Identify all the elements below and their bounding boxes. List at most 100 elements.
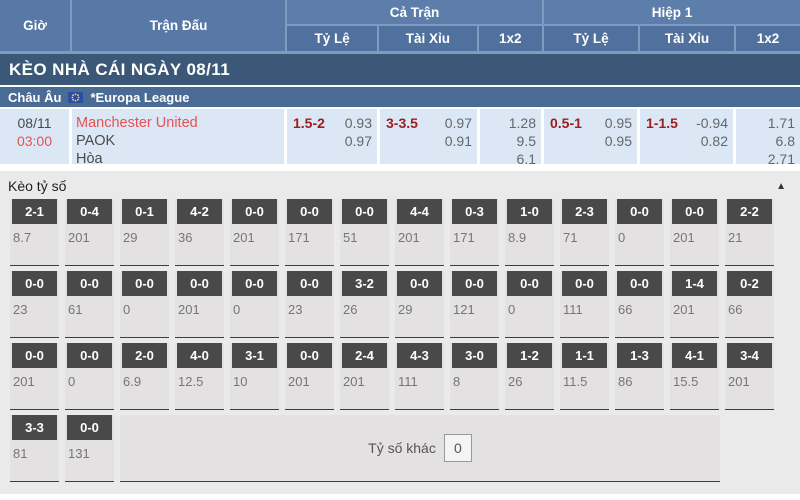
score-odds-cell[interactable]: 0-061 xyxy=(65,271,114,338)
h1-handicap-odd-1[interactable]: 0.95 xyxy=(605,114,632,132)
score-odds-cell[interactable]: 2-371 xyxy=(560,199,609,266)
score-odds-value: 201 xyxy=(13,374,59,389)
score-odds-cell[interactable]: 1-226 xyxy=(505,343,554,410)
score-section-header: Kèo tỷ số ▲ xyxy=(0,171,800,199)
score-label: 0-4 xyxy=(67,199,112,224)
score-odds-cell[interactable]: 0-00 xyxy=(65,343,114,410)
ft-under-odd[interactable]: 0.91 xyxy=(445,132,472,150)
score-odds-value: 201 xyxy=(398,230,444,245)
score-label: 4-4 xyxy=(397,199,442,224)
other-score-input[interactable]: 0 xyxy=(444,434,472,462)
league-bar[interactable]: Châu Âu *Europa League xyxy=(0,87,800,109)
score-odds-cell[interactable]: 0-066 xyxy=(615,271,664,338)
ft-1x2-cell[interactable]: 1.28 9.5 6.1 xyxy=(480,109,544,164)
h1-handicap-odd-2[interactable]: 0.95 xyxy=(605,132,632,150)
h1-1x2-home-odd[interactable]: 1.71 xyxy=(768,114,795,132)
score-odds-cell[interactable]: 3-226 xyxy=(340,271,389,338)
score-odds-value: 66 xyxy=(618,302,664,317)
ft-over-odd[interactable]: 0.97 xyxy=(445,114,472,132)
score-odds-value: 201 xyxy=(178,302,224,317)
h1-1x2-draw-odd[interactable]: 2.71 xyxy=(768,150,795,168)
score-odds-cell[interactable]: 0-0111 xyxy=(560,271,609,338)
h1-1x2-cell[interactable]: 1.71 6.8 2.71 xyxy=(736,109,800,164)
banner-title: KÈO NHÀ CÁI NGÀY 08/11 xyxy=(9,60,230,80)
h1-under-odd[interactable]: 0.82 xyxy=(701,132,728,150)
chevron-up-icon[interactable]: ▲ xyxy=(776,181,786,192)
score-label: 0-0 xyxy=(617,199,662,224)
ft-overunder-line: 3-3.5 xyxy=(386,114,418,132)
score-odds-cell[interactable]: 0-029 xyxy=(395,271,444,338)
h1-handicap-line: 0.5-1 xyxy=(550,114,582,132)
score-label: 0-0 xyxy=(397,271,442,296)
score-odds-cell[interactable]: 4-012.5 xyxy=(175,343,224,410)
score-odds-cell[interactable]: 0-129 xyxy=(120,199,169,266)
score-odds-cell[interactable]: 0-0201 xyxy=(285,343,334,410)
away-team-name[interactable]: PAOK xyxy=(76,132,284,150)
score-odds-cell[interactable]: 2-18.7 xyxy=(10,199,59,266)
score-odds-cell[interactable]: 0-00 xyxy=(230,271,279,338)
score-label: 0-3 xyxy=(452,199,497,224)
score-section-title: Kèo tỷ số xyxy=(8,178,66,194)
score-odds-cell[interactable]: 3-381 xyxy=(10,415,59,482)
score-label: 0-0 xyxy=(67,343,112,368)
score-odds-cell[interactable]: 0-4201 xyxy=(65,199,114,266)
score-odds-cell[interactable]: 0-0201 xyxy=(175,271,224,338)
score-odds-cell[interactable]: 0-00 xyxy=(615,199,664,266)
score-odds-cell[interactable]: 3-110 xyxy=(230,343,279,410)
h1-overunder-cell[interactable]: 1-1.5-0.94 0.82 xyxy=(640,109,736,164)
score-odds-cell[interactable]: 2-221 xyxy=(725,199,774,266)
score-label: 4-2 xyxy=(177,199,222,224)
h1-over-odd[interactable]: -0.94 xyxy=(696,114,728,132)
score-odds-cell[interactable]: 1-111.5 xyxy=(560,343,609,410)
ft-1x2-draw-odd[interactable]: 6.1 xyxy=(517,150,536,168)
h1-1x2-away-odd[interactable]: 6.8 xyxy=(776,132,795,150)
home-team-name[interactable]: Manchester United xyxy=(76,114,284,132)
score-odds-cell[interactable]: 0-3171 xyxy=(450,199,499,266)
ft-handicap-cell[interactable]: 1.5-20.93 0.97 xyxy=(287,109,380,164)
score-label: 0-0 xyxy=(12,343,57,368)
score-odds-cell[interactable]: 0-0201 xyxy=(10,343,59,410)
odds-table-header: Giờ Trận Đấu Cả Trận Tỷ Lệ Tài Xỉu 1x2 H… xyxy=(0,0,800,54)
score-odds-cell[interactable]: 4-3111 xyxy=(395,343,444,410)
score-odds-value: 111 xyxy=(563,302,609,317)
score-odds-cell[interactable]: 4-115.5 xyxy=(670,343,719,410)
header-time-col: Giờ xyxy=(0,0,72,51)
score-odds-value: 21 xyxy=(728,230,774,245)
score-odds-cell[interactable]: 0-0201 xyxy=(230,199,279,266)
score-odds-cell[interactable]: 1-386 xyxy=(615,343,664,410)
score-odds-cell[interactable]: 2-06.9 xyxy=(120,343,169,410)
score-odds-cell[interactable]: 2-4201 xyxy=(340,343,389,410)
ft-overunder-cell[interactable]: 3-3.5 0.97 0.91 xyxy=(380,109,480,164)
score-odds-cell[interactable]: 4-236 xyxy=(175,199,224,266)
score-odds-cell[interactable]: 0-023 xyxy=(285,271,334,338)
score-odds-value: 201 xyxy=(673,302,719,317)
score-odds-cell[interactable]: 0-0121 xyxy=(450,271,499,338)
score-odds-value: 71 xyxy=(563,230,609,245)
score-odds-cell[interactable]: 1-08.9 xyxy=(505,199,554,266)
score-odds-value: 26 xyxy=(508,374,554,389)
score-odds-cell[interactable]: 3-4201 xyxy=(725,343,774,410)
score-odds-cell[interactable]: 0-0131 xyxy=(65,415,114,482)
match-time-cell: 08/11 03:00 xyxy=(0,109,72,164)
ft-1x2-home-odd[interactable]: 1.28 xyxy=(509,114,536,132)
score-odds-cell[interactable]: 1-4201 xyxy=(670,271,719,338)
score-odds-cell[interactable]: 0-00 xyxy=(120,271,169,338)
score-odds-cell[interactable]: 3-08 xyxy=(450,343,499,410)
header-h1-handicap: Tỷ Lệ xyxy=(544,26,640,51)
score-label: 0-0 xyxy=(122,271,167,296)
ft-handicap-odd-2[interactable]: 0.97 xyxy=(345,132,372,150)
score-odds-cell[interactable]: 0-00 xyxy=(505,271,554,338)
score-odds-cell[interactable]: 4-4201 xyxy=(395,199,444,266)
score-label: 0-0 xyxy=(452,271,497,296)
score-odds-value: 201 xyxy=(68,230,114,245)
score-odds-cell[interactable]: 0-266 xyxy=(725,271,774,338)
h1-handicap-cell[interactable]: 0.5-1 0.95 0.95 xyxy=(544,109,640,164)
score-odds-value: 10 xyxy=(233,374,279,389)
ft-1x2-away-odd[interactable]: 9.5 xyxy=(517,132,536,150)
score-odds-cell[interactable]: 0-0171 xyxy=(285,199,334,266)
ft-handicap-odd-1[interactable]: 0.93 xyxy=(345,114,372,132)
score-odds-cell[interactable]: 0-0201 xyxy=(670,199,719,266)
score-label: 0-0 xyxy=(342,199,387,224)
score-odds-cell[interactable]: 0-051 xyxy=(340,199,389,266)
score-odds-cell[interactable]: 0-023 xyxy=(10,271,59,338)
